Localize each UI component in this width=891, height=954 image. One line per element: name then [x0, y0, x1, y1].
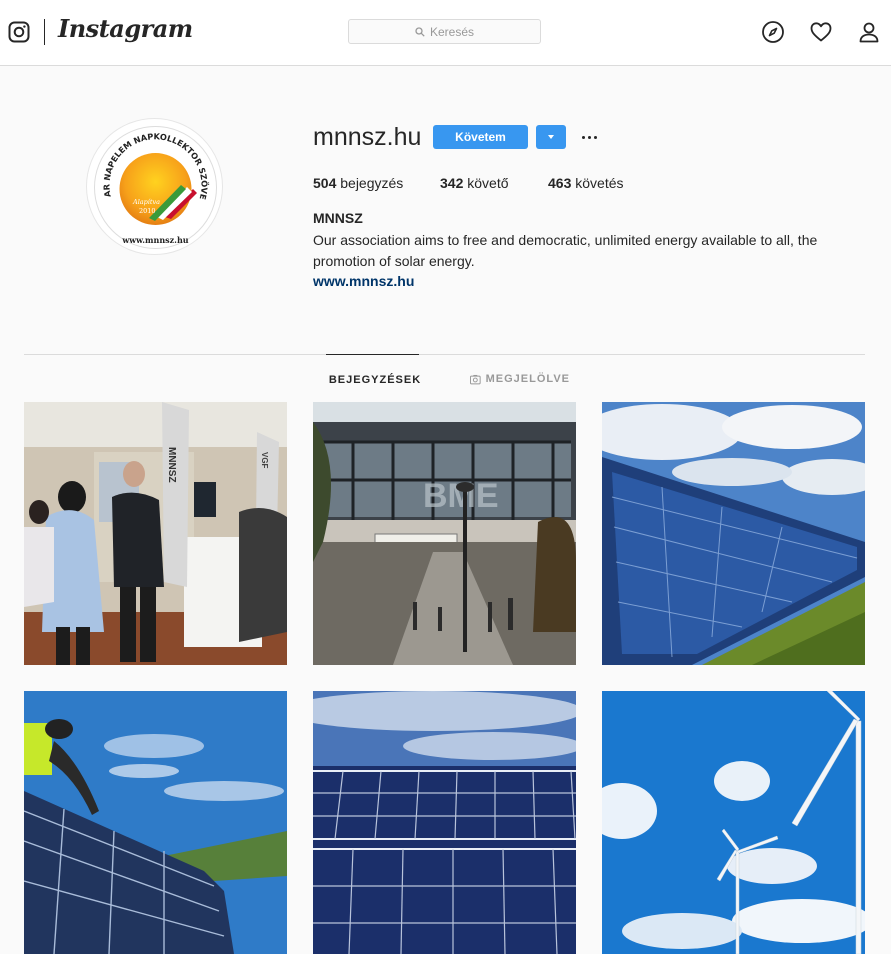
tabs-divider — [24, 354, 865, 355]
stand-text: MNNSZ — [166, 447, 177, 483]
heart-icon[interactable] — [809, 20, 833, 44]
profile-icon[interactable] — [857, 20, 881, 44]
sign-text: VGF — [260, 452, 269, 469]
tab-tagged[interactable]: MEGJELÖLVE — [470, 354, 570, 404]
search-placeholder: Keresés — [429, 24, 475, 39]
search-icon — [415, 26, 425, 37]
following-button[interactable]: Követem — [433, 125, 528, 149]
profile-website-link[interactable]: www.mnnsz.hu — [313, 273, 414, 289]
post-wind-turbines[interactable] — [602, 691, 865, 954]
posts-count: 504 bejegyzés — [313, 175, 404, 191]
followers-count[interactable]: 342 követő — [440, 175, 509, 191]
dot-icon — [581, 135, 585, 139]
search-input[interactable]: Keresés — [348, 19, 541, 44]
instagram-logo-icon[interactable] — [8, 21, 30, 43]
suggestions-dropdown-button[interactable] — [536, 125, 566, 149]
tab-posts-label: BEJEGYZÉSEK — [328, 373, 422, 386]
profile-bio: Our association aims to free and democra… — [313, 232, 818, 269]
avatar-url-text: www.mnnsz.hu — [121, 235, 188, 245]
post-solar-panels-field[interactable] — [602, 402, 865, 665]
tab-tagged-label: MEGJELÖLVE — [485, 373, 570, 385]
profile-avatar[interactable]: MAGYAR NAPELEM NAPKOLLEKTOR SZÖVETSÉG Al… — [86, 118, 223, 255]
dot-icon — [587, 135, 591, 139]
post-university-building[interactable]: BME — [313, 402, 576, 665]
post-solar-installer[interactable] — [24, 691, 287, 954]
post-expo-booth[interactable]: MNNSZ VGF — [24, 402, 287, 665]
logo-divider — [44, 19, 45, 45]
more-options-button[interactable] — [578, 125, 600, 149]
profile-full-name: MNNSZ — [313, 210, 363, 226]
compass-icon[interactable] — [761, 20, 785, 44]
profile-username: mnnsz.hu — [313, 123, 422, 151]
post-solar-array-closeup[interactable] — [313, 691, 576, 954]
avatar-year-text: 2010 — [139, 207, 156, 215]
caret-down-icon — [548, 135, 554, 139]
tagged-icon — [470, 374, 481, 384]
avatar-founded-text: Alapítva — [132, 198, 160, 206]
instagram-wordmark[interactable]: Instagram — [58, 14, 193, 43]
following-count[interactable]: 463 követés — [548, 175, 624, 191]
tab-posts[interactable]: BEJEGYZÉSEK — [326, 354, 422, 404]
dot-icon — [593, 135, 597, 139]
top-nav: Instagram Keresés — [0, 0, 891, 66]
